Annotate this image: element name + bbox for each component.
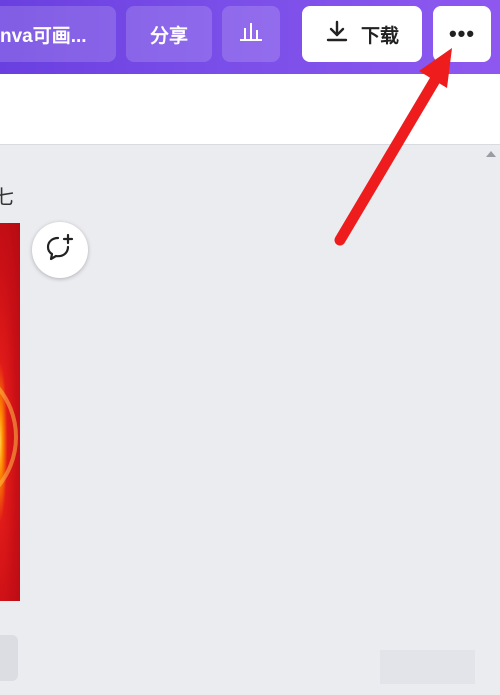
lantern-ring-decoration — [0, 358, 18, 516]
download-label: 下载 — [360, 25, 399, 47]
page-label: 七 — [0, 187, 14, 209]
design-title-button[interactable]: nva可画... — [0, 6, 116, 62]
more-button[interactable]: ••• — [433, 6, 491, 62]
download-button[interactable]: 下载 — [302, 6, 422, 62]
page-thumbnail-tab[interactable] — [0, 635, 18, 681]
canvas-workspace: 七 — [0, 145, 500, 695]
share-button[interactable]: 分享 — [126, 6, 212, 62]
design-title-label: nva可画... — [0, 25, 87, 47]
add-comment-icon — [45, 233, 75, 268]
scroll-up-arrow-icon[interactable] — [486, 151, 496, 157]
design-page[interactable] — [0, 223, 20, 601]
add-comment-button[interactable] — [32, 222, 88, 278]
download-icon — [325, 19, 349, 49]
insights-button[interactable] — [222, 6, 280, 62]
secondary-toolbar — [0, 74, 500, 145]
share-label: 分享 — [149, 25, 188, 47]
bar-chart-icon — [239, 20, 263, 48]
zoom-control-area[interactable] — [380, 650, 475, 684]
more-icon: ••• — [448, 21, 476, 46]
top-toolbar: nva可画... 分享 下载 ••• — [0, 0, 500, 74]
